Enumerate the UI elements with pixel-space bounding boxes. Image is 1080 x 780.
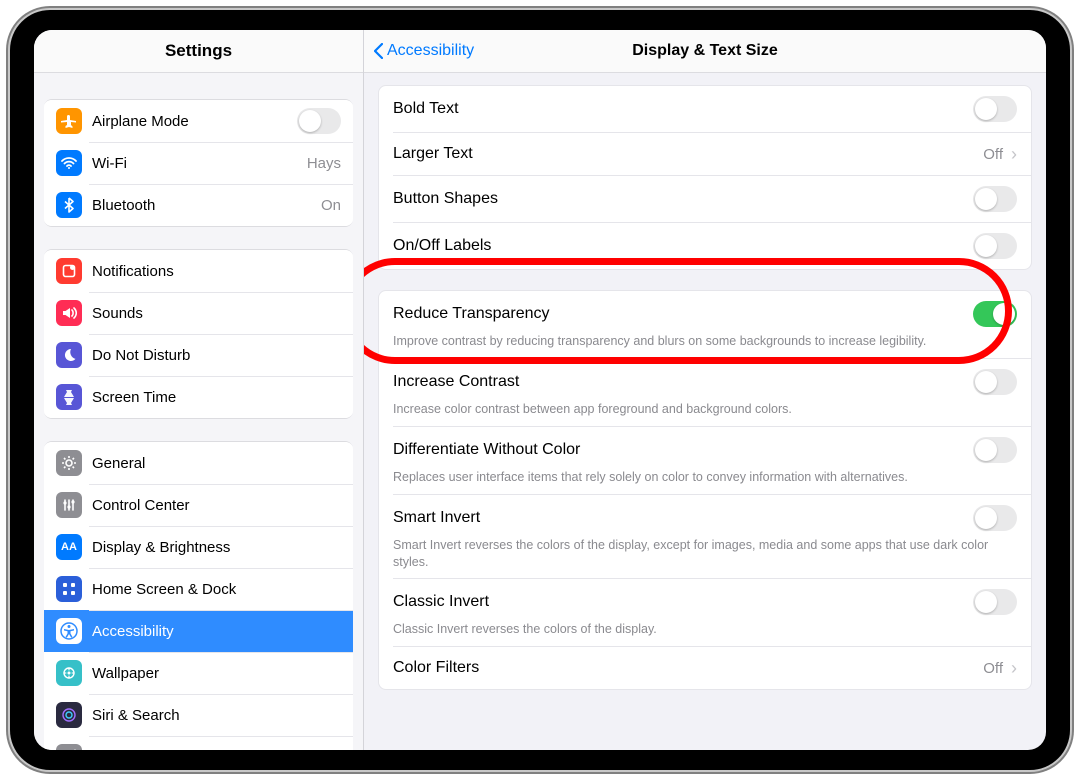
sidebar-item-bluetooth[interactable]: Bluetooth On <box>44 184 353 226</box>
setting-label: Differentiate Without Color <box>393 441 973 459</box>
sounds-icon <box>56 300 82 326</box>
dnd-icon <box>56 342 82 368</box>
sidebar-scroll[interactable]: Airplane Mode Wi-Fi Hays Bluetooth On Notific… <box>34 73 363 750</box>
display-icon: AA <box>56 534 82 560</box>
sidebar-title: Settings <box>34 30 363 73</box>
setting-value: Off <box>983 146 1003 163</box>
onoff-toggle[interactable] <box>973 233 1017 259</box>
setting-label: On/Off Labels <box>393 237 973 255</box>
setting-footnote: Improve contrast by reducing transparenc… <box>393 333 1017 350</box>
setting-label: Reduce Transparency <box>393 305 973 323</box>
setting-label: Button Shapes <box>393 190 973 208</box>
chevron-right-icon: › <box>1011 658 1017 679</box>
sidebar-item-label: Control Center <box>92 497 341 514</box>
sidebar-item-label: Accessibility <box>92 623 341 640</box>
bold-toggle[interactable] <box>973 96 1017 122</box>
setting-label: Bold Text <box>393 100 973 118</box>
settings-sidebar: Settings Airplane Mode Wi-Fi Hays Bluetooth… <box>34 30 364 750</box>
buttonshapes-toggle[interactable] <box>973 186 1017 212</box>
reducetrans-toggle[interactable] <box>973 301 1017 327</box>
detail-header: Accessibility Display & Text Size <box>364 30 1046 73</box>
sidebar-item-display[interactable]: AA Display & Brightness <box>44 526 353 568</box>
sidebar-item-label: Siri & Search <box>92 707 341 724</box>
sidebar-item-label: Do Not Disturb <box>92 347 341 364</box>
setting-footnote: Increase color contrast between app fore… <box>393 401 1017 418</box>
sidebar-item-wifi[interactable]: Wi-Fi Hays <box>44 142 353 184</box>
sidebar-item-general[interactable]: General <box>44 442 353 484</box>
wifi-icon <box>56 150 82 176</box>
setting-label: Smart Invert <box>393 509 973 527</box>
device-bezel: Settings Airplane Mode Wi-Fi Hays Bluetooth… <box>10 10 1070 770</box>
sidebar-item-label: Wi-Fi <box>92 155 301 172</box>
sidebar-item-controlcenter[interactable]: Control Center <box>44 484 353 526</box>
sidebar-item-label: General <box>92 455 341 472</box>
setting-onoff[interactable]: On/Off Labels <box>379 223 1031 269</box>
incrcontrast-toggle[interactable] <box>973 369 1017 395</box>
sidebar-item-label: Notifications <box>92 263 341 280</box>
sidebar-item-label: Bluetooth <box>92 197 315 214</box>
setting-diffcolor[interactable]: Differentiate Without Color Replaces user… <box>379 427 1031 494</box>
screen: Settings Airplane Mode Wi-Fi Hays Bluetooth… <box>34 30 1046 750</box>
sidebar-item-label: Screen Time <box>92 389 341 406</box>
pencil-icon <box>56 744 82 750</box>
setting-footnote: Classic Invert reverses the colors of th… <box>393 621 1017 638</box>
sidebar-item-label: Display & Brightness <box>92 539 341 556</box>
sidebar-item-label: Home Screen & Dock <box>92 581 341 598</box>
setting-larger[interactable]: Larger TextOff › <box>379 133 1031 175</box>
sidebar-item-siri[interactable]: Siri & Search <box>44 694 353 736</box>
chevron-left-icon <box>374 43 383 59</box>
sidebar-item-screentime[interactable]: Screen Time <box>44 376 353 418</box>
sidebar-item-sounds[interactable]: Sounds <box>44 292 353 334</box>
chevron-right-icon: › <box>1011 144 1017 165</box>
sidebar-item-value: On <box>321 197 341 214</box>
setting-label: Increase Contrast <box>393 373 973 391</box>
sidebar-item-accessibility[interactable]: Accessibility <box>44 610 353 652</box>
setting-footnote: Replaces user interface items that rely … <box>393 469 1017 486</box>
setting-reducetrans[interactable]: Reduce Transparency Improve contrast by r… <box>379 291 1031 358</box>
sidebar-item-home[interactable]: Home Screen & Dock <box>44 568 353 610</box>
detail-title: Display & Text Size <box>632 42 778 60</box>
setting-label: Larger Text <box>393 145 983 163</box>
sidebar-item-value: Hays <box>307 155 341 172</box>
home-icon <box>56 576 82 602</box>
back-button[interactable]: Accessibility <box>364 42 474 60</box>
notifications-icon <box>56 258 82 284</box>
classicinvert-toggle[interactable] <box>973 589 1017 615</box>
setting-bold[interactable]: Bold Text <box>379 86 1031 132</box>
setting-footnote: Smart Invert reverses the colors of the … <box>393 537 1017 571</box>
diffcolor-toggle[interactable] <box>973 437 1017 463</box>
sidebar-item-wallpaper[interactable]: Wallpaper <box>44 652 353 694</box>
detail-scroll[interactable]: Bold TextLarger TextOff›Button ShapesOn/… <box>364 73 1046 750</box>
sidebar-item-airplane[interactable]: Airplane Mode <box>44 100 353 142</box>
smartinvert-toggle[interactable] <box>973 505 1017 531</box>
setting-colorfilters[interactable]: Color FiltersOff › <box>379 647 1031 689</box>
sidebar-item-notifications[interactable]: Notifications <box>44 250 353 292</box>
siri-icon <box>56 702 82 728</box>
setting-buttonshapes[interactable]: Button Shapes <box>379 176 1031 222</box>
setting-smartinvert[interactable]: Smart Invert Smart Invert reverses the co… <box>379 495 1031 579</box>
sidebar-item-dnd[interactable]: Do Not Disturb <box>44 334 353 376</box>
screentime-icon <box>56 384 82 410</box>
sidebar-item-label: Wallpaper <box>92 665 341 682</box>
accessibility-icon <box>56 618 82 644</box>
setting-label: Classic Invert <box>393 593 973 611</box>
setting-label: Color Filters <box>393 659 983 677</box>
wallpaper-icon <box>56 660 82 686</box>
airplane-toggle[interactable] <box>297 108 341 134</box>
sidebar-item-label: Apple Pencil <box>92 749 341 751</box>
controlcenter-icon <box>56 492 82 518</box>
device-frame: Settings Airplane Mode Wi-Fi Hays Bluetooth… <box>0 0 1080 780</box>
detail-pane: Accessibility Display & Text Size Bold T… <box>364 30 1046 750</box>
setting-incrcontrast[interactable]: Increase Contrast Increase color contrast… <box>379 359 1031 426</box>
sidebar-item-pencil[interactable]: Apple Pencil <box>44 736 353 750</box>
setting-classicinvert[interactable]: Classic Invert Classic Invert reverses th… <box>379 579 1031 646</box>
back-label: Accessibility <box>387 42 474 60</box>
setting-value: Off <box>983 660 1003 677</box>
sidebar-item-label: Sounds <box>92 305 341 322</box>
bluetooth-icon <box>56 192 82 218</box>
sidebar-item-label: Airplane Mode <box>92 113 297 130</box>
airplane-icon <box>56 108 82 134</box>
general-icon <box>56 450 82 476</box>
